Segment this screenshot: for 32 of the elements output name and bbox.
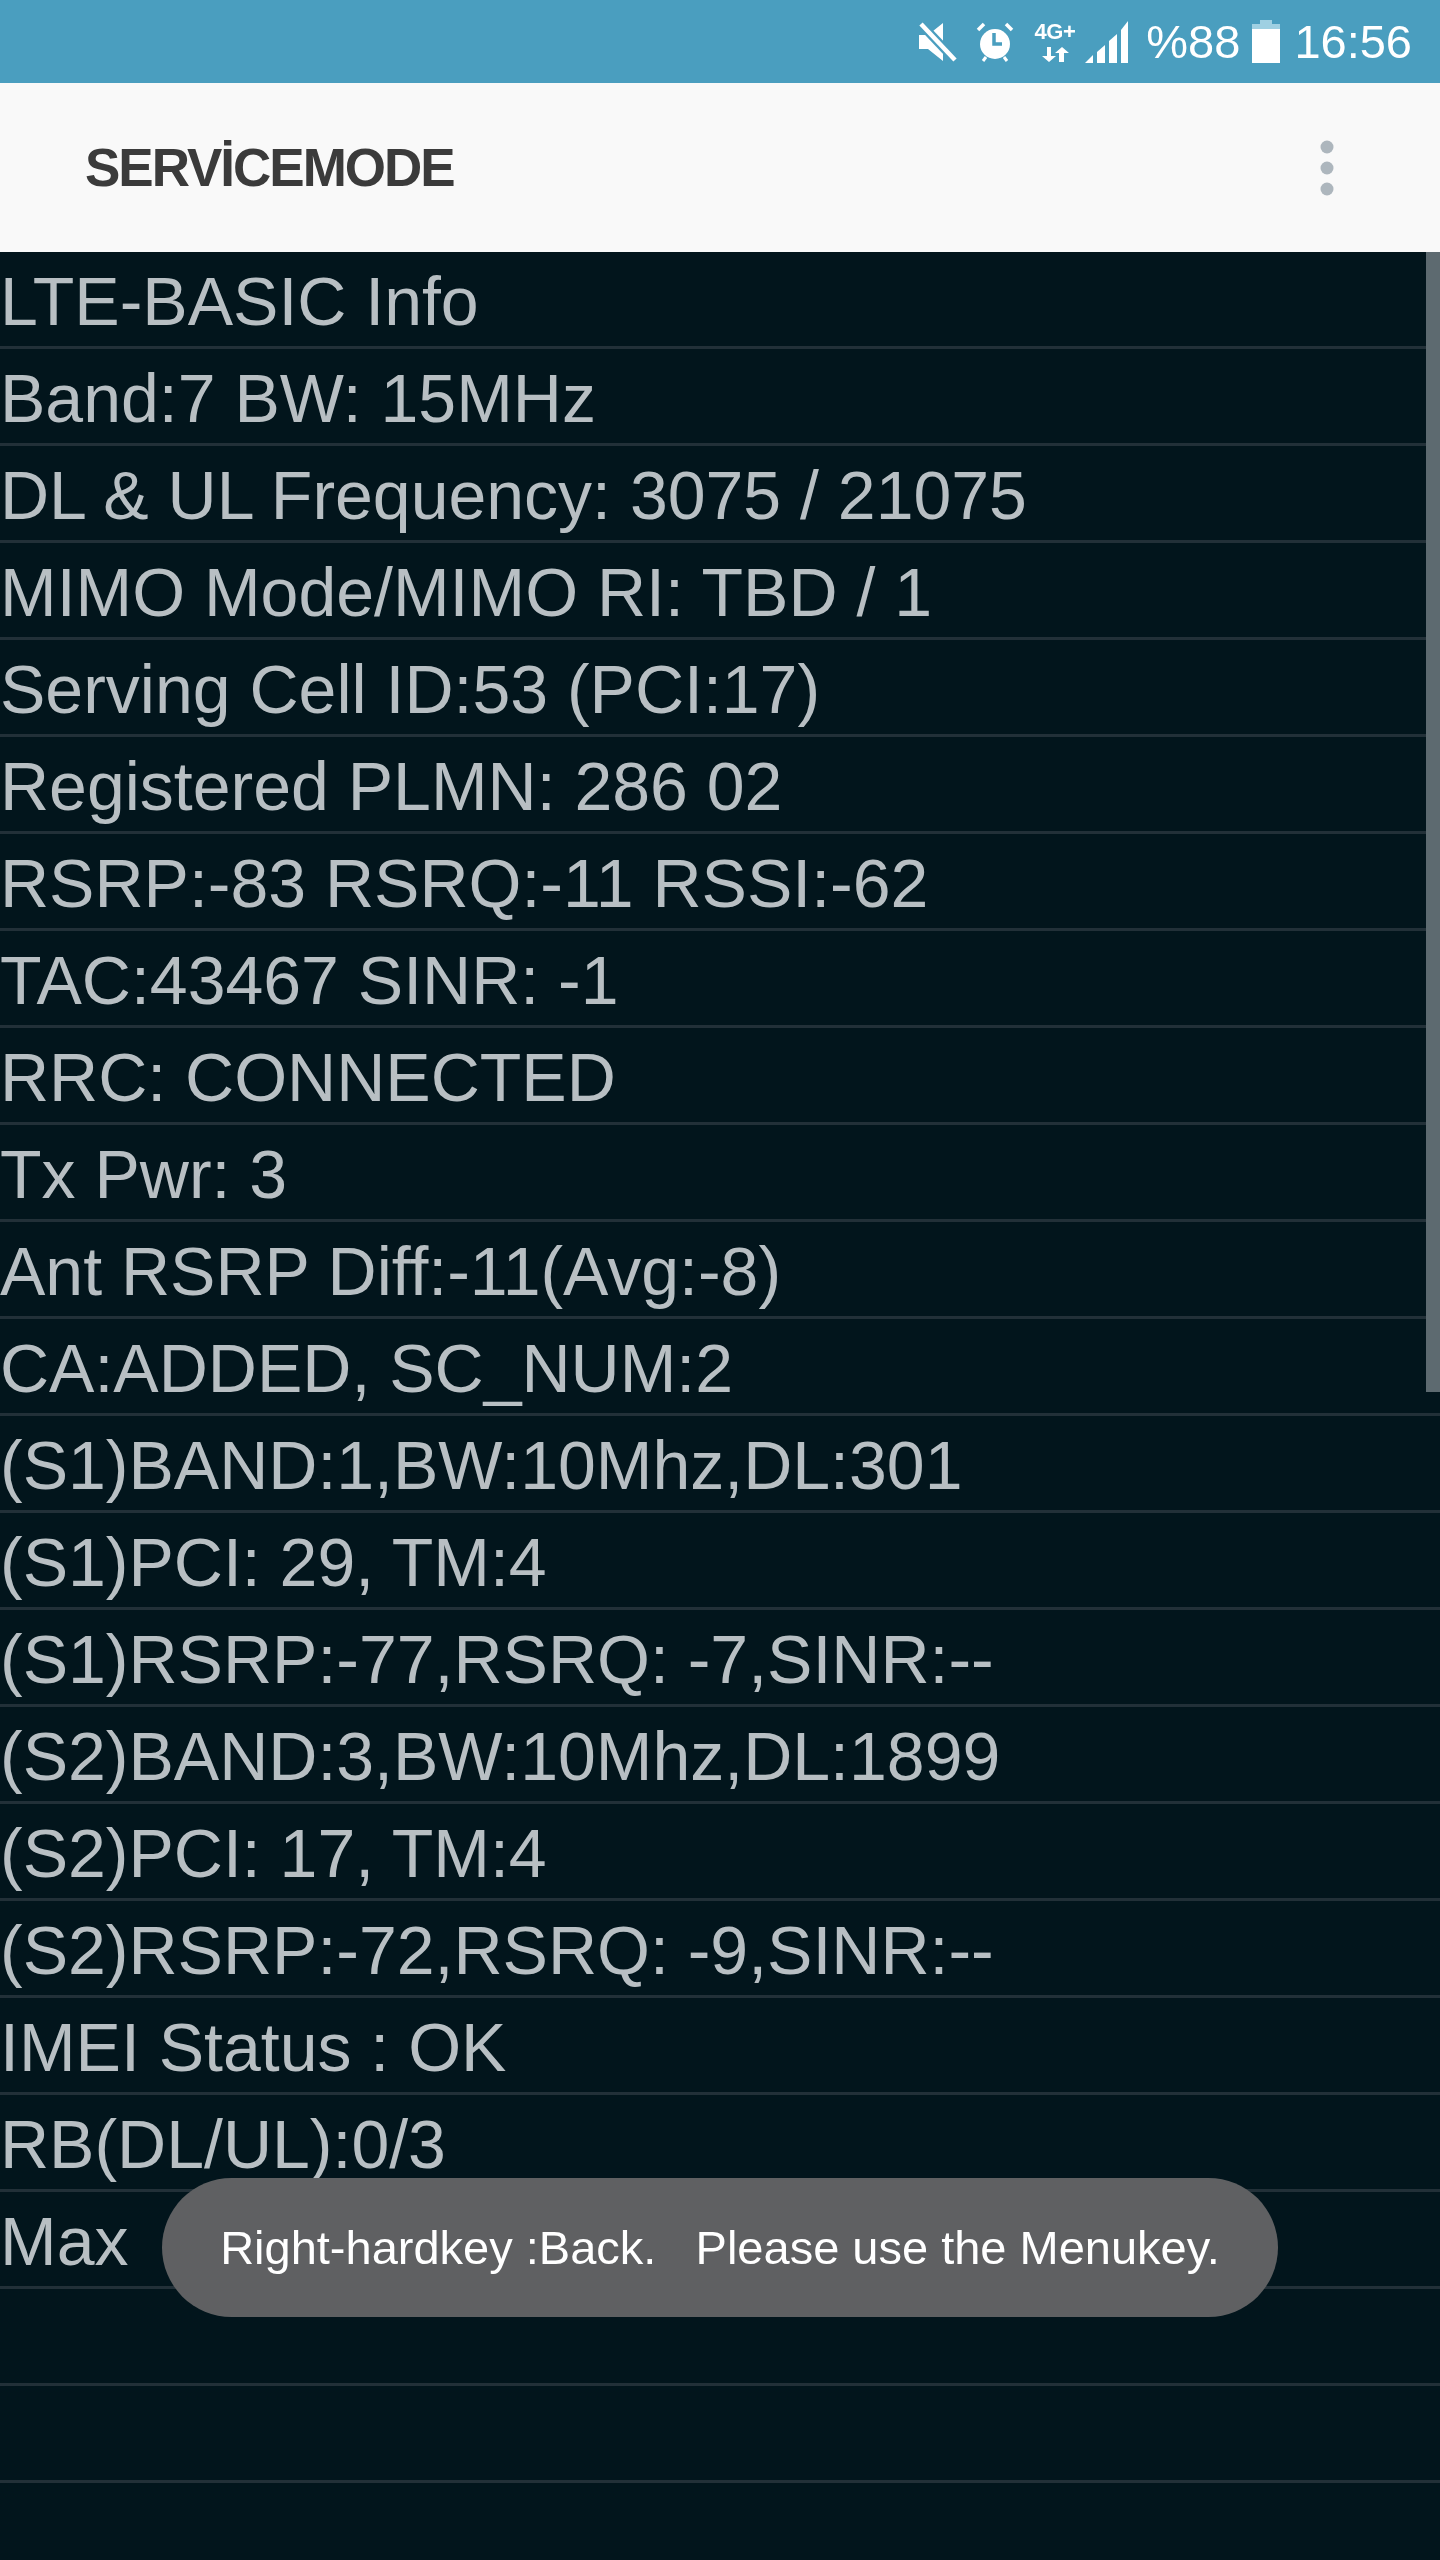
info-text: DL & UL Frequency: 3075 / 21075 bbox=[0, 457, 1027, 533]
info-text: Registered PLMN: 286 02 bbox=[0, 748, 783, 824]
info-text: (S1)RSRP:-77,RSRQ: -7,SINR:-- bbox=[0, 1621, 994, 1697]
info-text: MIMO Mode/MIMO RI: TBD / 1 bbox=[0, 554, 932, 630]
info-text: (S1)PCI: 29, TM:4 bbox=[0, 1524, 547, 1600]
app-title: SERVİCEMODE bbox=[85, 141, 454, 194]
scrollbar-thumb[interactable] bbox=[1426, 252, 1440, 1392]
info-text: Max bbox=[0, 2203, 129, 2279]
more-options-icon[interactable] bbox=[1320, 139, 1334, 196]
info-text: Band:7 BW: 15MHz bbox=[0, 360, 596, 436]
info-text: (S1)BAND:1,BW:10Mhz,DL:301 bbox=[0, 1427, 963, 1503]
info-text: Ant RSRP Diff:-11(Avg:-8) bbox=[0, 1233, 782, 1309]
signal-bars-icon bbox=[1085, 20, 1129, 63]
info-text: (S2)BAND:3,BW:10Mhz,DL:1899 bbox=[0, 1718, 1001, 1794]
info-text: Tx Pwr: 3 bbox=[0, 1136, 288, 1212]
toast-message: Right-hardkey :Back. Please use the Menukey. bbox=[162, 2178, 1278, 2317]
clock-time: 16:56 bbox=[1294, 18, 1412, 65]
info-text: (S2)PCI: 17, TM:4 bbox=[0, 1815, 547, 1891]
info-text: LTE-BASIC Info bbox=[0, 263, 479, 339]
info-text: RRC: CONNECTED bbox=[0, 1039, 616, 1115]
info-text: IMEI Status : OK bbox=[0, 2009, 507, 2085]
alarm-clock-icon bbox=[974, 20, 1015, 63]
battery-percent: %88 bbox=[1146, 18, 1241, 65]
data-arrows-icon bbox=[1040, 47, 1069, 62]
info-text: (S2)RSRP:-72,RSRQ: -9,SINR:-- bbox=[0, 1912, 994, 1988]
info-text: RSRP:-83 RSRQ:-11 RSSI:-62 bbox=[0, 845, 929, 921]
mute-icon bbox=[917, 20, 958, 63]
info-text: TAC:43467 SINR: -1 bbox=[0, 942, 619, 1018]
info-text: CA:ADDED, SC_NUM:2 bbox=[0, 1330, 734, 1406]
battery-icon bbox=[1252, 20, 1281, 63]
info-text: Serving Cell ID:53 (PCI:17) bbox=[0, 651, 821, 727]
network-type-label: 4G+ bbox=[1034, 21, 1076, 43]
